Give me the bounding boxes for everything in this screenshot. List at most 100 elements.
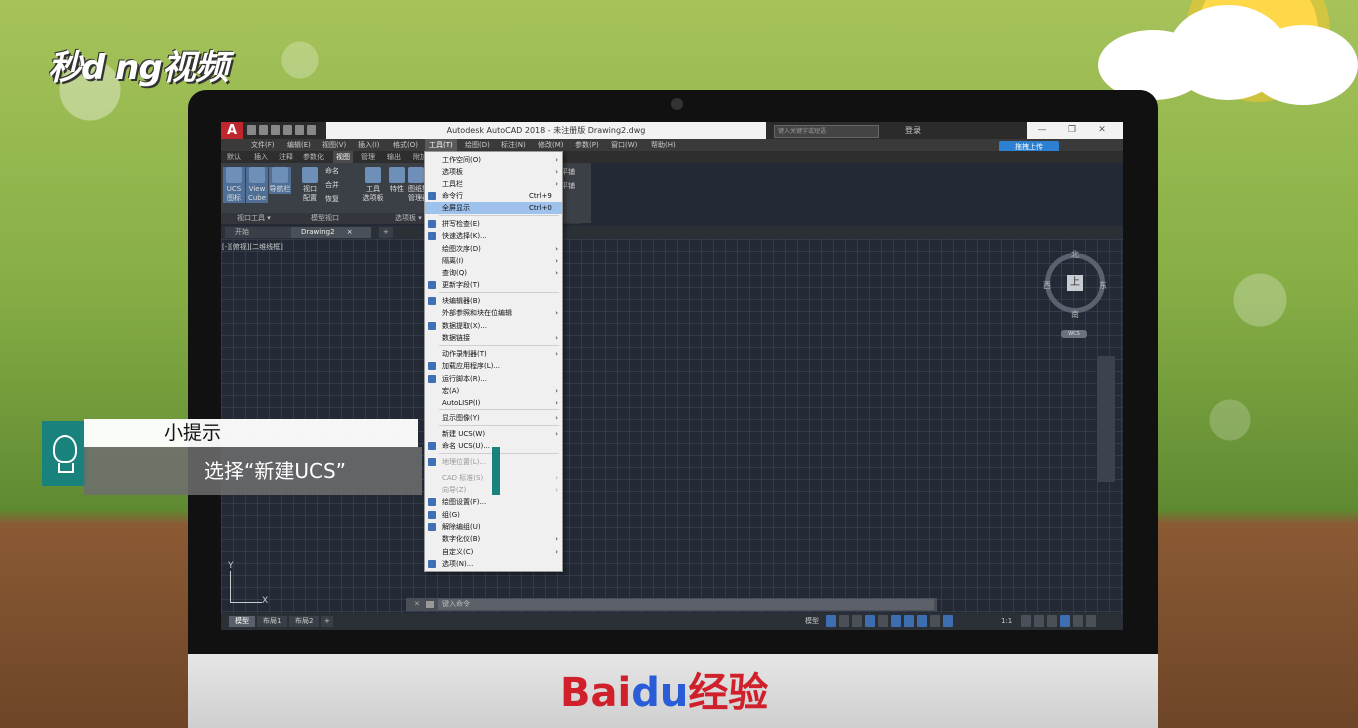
annotation-visibility-icon[interactable] <box>943 615 953 627</box>
properties-button[interactable]: 特性 <box>387 167 407 194</box>
tab-drawing2[interactable]: Drawing2 × <box>291 227 371 238</box>
menu-parametric[interactable]: 参数(P) <box>575 139 599 151</box>
menu-edit[interactable]: 编辑(E) <box>287 139 311 151</box>
open-icon[interactable] <box>259 125 268 135</box>
tools-menu-item[interactable]: 显示图像(Y) › <box>425 412 562 424</box>
undo-icon[interactable] <box>307 125 316 135</box>
tools-menu-item[interactable]: 拼写检查(E) <box>425 218 562 230</box>
navigation-bar[interactable] <box>1097 356 1115 482</box>
panel-palettes[interactable]: 选项板 ▾ <box>395 213 422 224</box>
menu-format[interactable]: 格式(O) <box>393 139 418 151</box>
tools-menu-item[interactable]: 数字化仪(B) › <box>425 533 562 545</box>
tools-menu-item[interactable]: 查询(Q) › <box>425 267 562 279</box>
tools-menu-item[interactable]: 解除编组(U) <box>425 521 562 533</box>
menu-view[interactable]: 视图(V) <box>322 139 346 151</box>
tab-view[interactable]: 视图 <box>333 151 353 163</box>
tab-annotate[interactable]: 注释 <box>279 151 293 163</box>
save-icon[interactable] <box>271 125 280 135</box>
wcs-menu[interactable]: WCS <box>1061 330 1087 338</box>
viewport-config-button[interactable]: 视口 配置 <box>299 167 321 203</box>
layout-tab-1[interactable]: 布局1 <box>257 616 288 627</box>
navbar-button[interactable]: 导航栏 <box>269 167 291 194</box>
viewcube-button[interactable]: View Cube <box>246 167 268 203</box>
tab-parametric[interactable]: 参数化 <box>303 151 324 163</box>
tools-menu-item[interactable]: 自定义(C) › <box>425 546 562 558</box>
viewcube-south[interactable]: 南 <box>1071 309 1079 320</box>
tab-insert[interactable]: 插入 <box>254 151 268 163</box>
menu-tools[interactable]: 工具(T) <box>425 139 457 151</box>
print-icon[interactable] <box>295 125 304 135</box>
isolate-icon[interactable] <box>1047 615 1057 627</box>
tools-menu-item[interactable]: 选项(N)... <box>425 558 562 570</box>
tools-menu-item[interactable]: 数据提取(X)... <box>425 320 562 332</box>
tools-menu-item[interactable]: 块编辑器(B) <box>425 295 562 307</box>
minimize-button[interactable]: — <box>1027 122 1057 139</box>
otrack-icon[interactable] <box>891 615 901 627</box>
customize-icon[interactable] <box>1086 615 1096 627</box>
osnap-icon[interactable] <box>878 615 888 627</box>
viewcube-north[interactable]: 北 <box>1071 249 1079 260</box>
plus-icon[interactable] <box>1034 615 1044 627</box>
tools-menu-item[interactable]: 绘图次序(D) › <box>425 243 562 255</box>
close-tab-icon[interactable]: × <box>347 228 353 236</box>
wrench-icon[interactable] <box>426 601 434 608</box>
search-input[interactable]: 键入关键字或短语 <box>774 125 879 138</box>
tools-menu-item[interactable]: 新建 UCS(W) › <box>425 428 562 440</box>
selection-cycling-icon[interactable] <box>930 615 940 627</box>
tools-menu-item[interactable]: 命令行 Ctrl+9 <box>425 190 562 202</box>
menu-draw[interactable]: 绘图(D) <box>465 139 490 151</box>
tab-output[interactable]: 输出 <box>387 151 401 163</box>
menu-insert[interactable]: 插入(I) <box>358 139 380 151</box>
layout-tab-2[interactable]: 布局2 <box>289 616 320 627</box>
tools-menu-item[interactable]: 全屏显示 Ctrl+0 <box>425 202 562 214</box>
sheetset-button[interactable]: 图纸集 管理器 <box>408 167 424 203</box>
polar-icon[interactable] <box>865 615 875 627</box>
menu-file[interactable]: 文件(F) <box>251 139 275 151</box>
tile-vertical-label[interactable]: 平铺 <box>561 181 575 191</box>
menu-help[interactable]: 帮助(H) <box>651 139 676 151</box>
tools-menu-item[interactable]: 运行脚本(R)... <box>425 373 562 385</box>
viewcube-top-face[interactable]: 上 <box>1067 275 1083 291</box>
grid-icon[interactable] <box>826 615 836 627</box>
tools-menu-item[interactable]: 动作录制器(T) › <box>425 348 562 360</box>
gear-icon[interactable] <box>1021 615 1031 627</box>
tab-manage[interactable]: 管理 <box>361 151 375 163</box>
viewcube-east[interactable]: 东 <box>1099 280 1107 291</box>
annotation-scale[interactable]: 1:1 <box>1001 616 1012 627</box>
tools-menu-item[interactable]: 组(G) <box>425 509 562 521</box>
menu-dimension[interactable]: 标注(N) <box>501 139 526 151</box>
tools-menu-item[interactable]: 外部参照和块在位编辑 › <box>425 307 562 319</box>
tools-menu-item[interactable]: AutoLISP(I) › <box>425 397 562 409</box>
add-layout-button[interactable]: + <box>321 616 333 627</box>
tab-home[interactable]: 默认 <box>227 151 241 163</box>
tools-menu-item[interactable]: 工作空间(O) › <box>425 154 562 166</box>
menu-modify[interactable]: 修改(M) <box>538 139 564 151</box>
tool-palettes-button[interactable]: 工具 选项板 <box>361 167 385 203</box>
ortho-icon[interactable] <box>852 615 862 627</box>
snap-icon[interactable] <box>839 615 849 627</box>
tools-menu-item[interactable]: 隔离(I) › <box>425 255 562 267</box>
close-cmdline-icon[interactable]: ✕ <box>414 598 420 611</box>
tools-menu-item[interactable]: 快速选择(K)... <box>425 230 562 242</box>
menu-window[interactable]: 窗口(W) <box>611 139 637 151</box>
model-space-button[interactable]: 模型 <box>805 616 819 627</box>
ucs-icon-button[interactable]: UCS 图标 <box>223 167 245 203</box>
transparency-icon[interactable] <box>917 615 927 627</box>
autocad-app-icon[interactable]: A <box>221 122 243 139</box>
viewcube-west[interactable]: 西 <box>1043 280 1051 291</box>
layout-tab-model[interactable]: 模型 <box>229 616 255 627</box>
tools-menu-item[interactable]: 工具栏 › <box>425 178 562 190</box>
tile-horizontal-label[interactable]: 平铺 <box>561 167 575 177</box>
named-viewport-button[interactable]: 命名 <box>325 167 355 176</box>
login-button[interactable]: 登录 <box>905 122 921 139</box>
panel-viewport-tools[interactable]: 视口工具 ▾ <box>237 213 271 224</box>
tools-menu-item[interactable]: 数据链接 › <box>425 332 562 344</box>
tools-menu-item[interactable]: 更新字段(T) <box>425 279 562 291</box>
lineweight-icon[interactable] <box>904 615 914 627</box>
new-icon[interactable] <box>247 125 256 135</box>
restore-viewport-button[interactable]: 恢复 <box>325 195 355 204</box>
close-button[interactable]: ✕ <box>1087 122 1117 139</box>
hardware-accel-icon[interactable] <box>1060 615 1070 627</box>
tools-menu-item[interactable]: 加载应用程序(L)... <box>425 360 562 372</box>
viewport-controls-label[interactable]: [-][俯视][二维线框] <box>222 242 283 252</box>
